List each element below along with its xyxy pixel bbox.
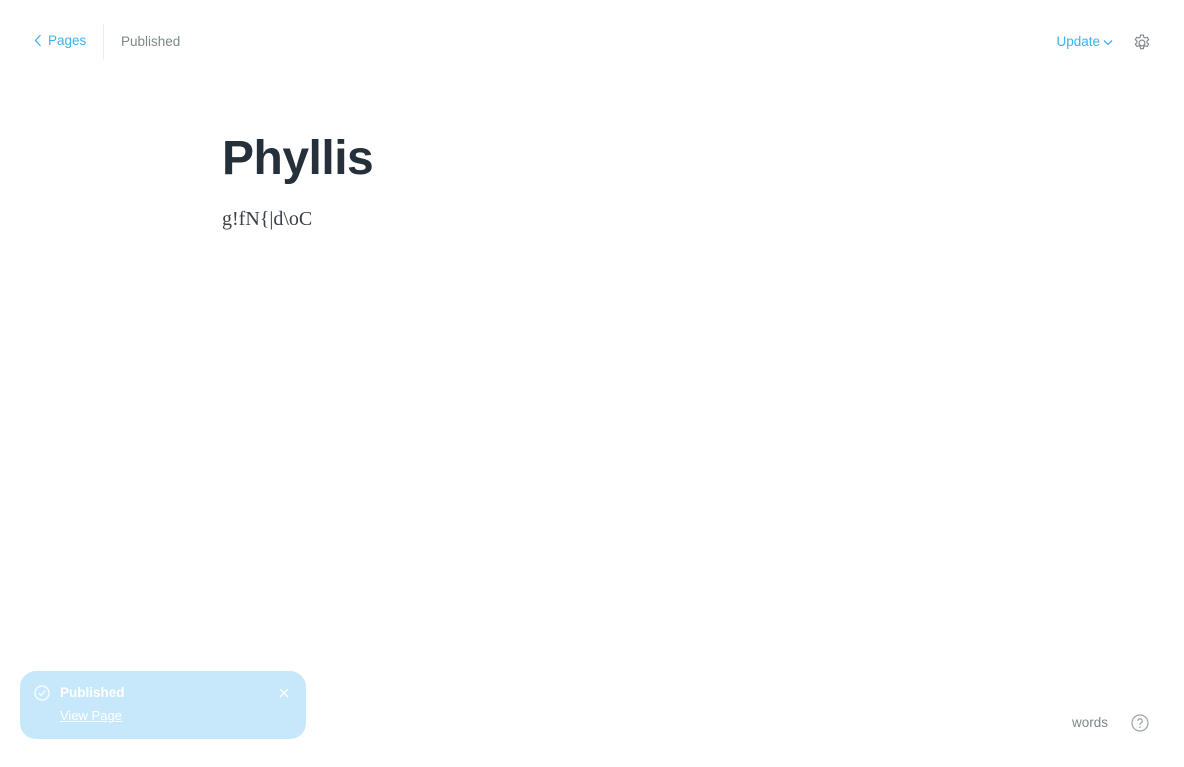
top-bar: Pages Published Update bbox=[0, 0, 1184, 84]
back-link-label: Pages bbox=[48, 33, 87, 48]
update-button[interactable]: Update bbox=[1056, 34, 1113, 49]
chevron-down-icon bbox=[1103, 34, 1113, 49]
publish-status: Published bbox=[121, 34, 181, 49]
help-circle-icon bbox=[1131, 714, 1149, 736]
close-icon[interactable] bbox=[278, 686, 290, 698]
gear-icon bbox=[1132, 34, 1152, 57]
notification-title: Published bbox=[60, 685, 125, 700]
view-page-link[interactable]: View Page bbox=[60, 708, 122, 723]
editor: Phyllis g!fN{|d\oC bbox=[222, 128, 962, 231]
check-circle-icon bbox=[34, 685, 50, 701]
help-button[interactable] bbox=[1131, 714, 1149, 732]
page-title-input[interactable]: Phyllis bbox=[222, 128, 962, 190]
page-body-editor[interactable]: g!fN{|d\oC bbox=[222, 208, 962, 231]
update-button-label: Update bbox=[1056, 34, 1100, 49]
header-divider bbox=[103, 24, 104, 60]
publish-notification: Published View Page bbox=[20, 671, 306, 739]
settings-button[interactable] bbox=[1132, 33, 1152, 53]
chevron-left-icon bbox=[34, 34, 42, 47]
word-count: words bbox=[1071, 715, 1108, 730]
back-to-pages-link[interactable]: Pages bbox=[34, 33, 86, 48]
